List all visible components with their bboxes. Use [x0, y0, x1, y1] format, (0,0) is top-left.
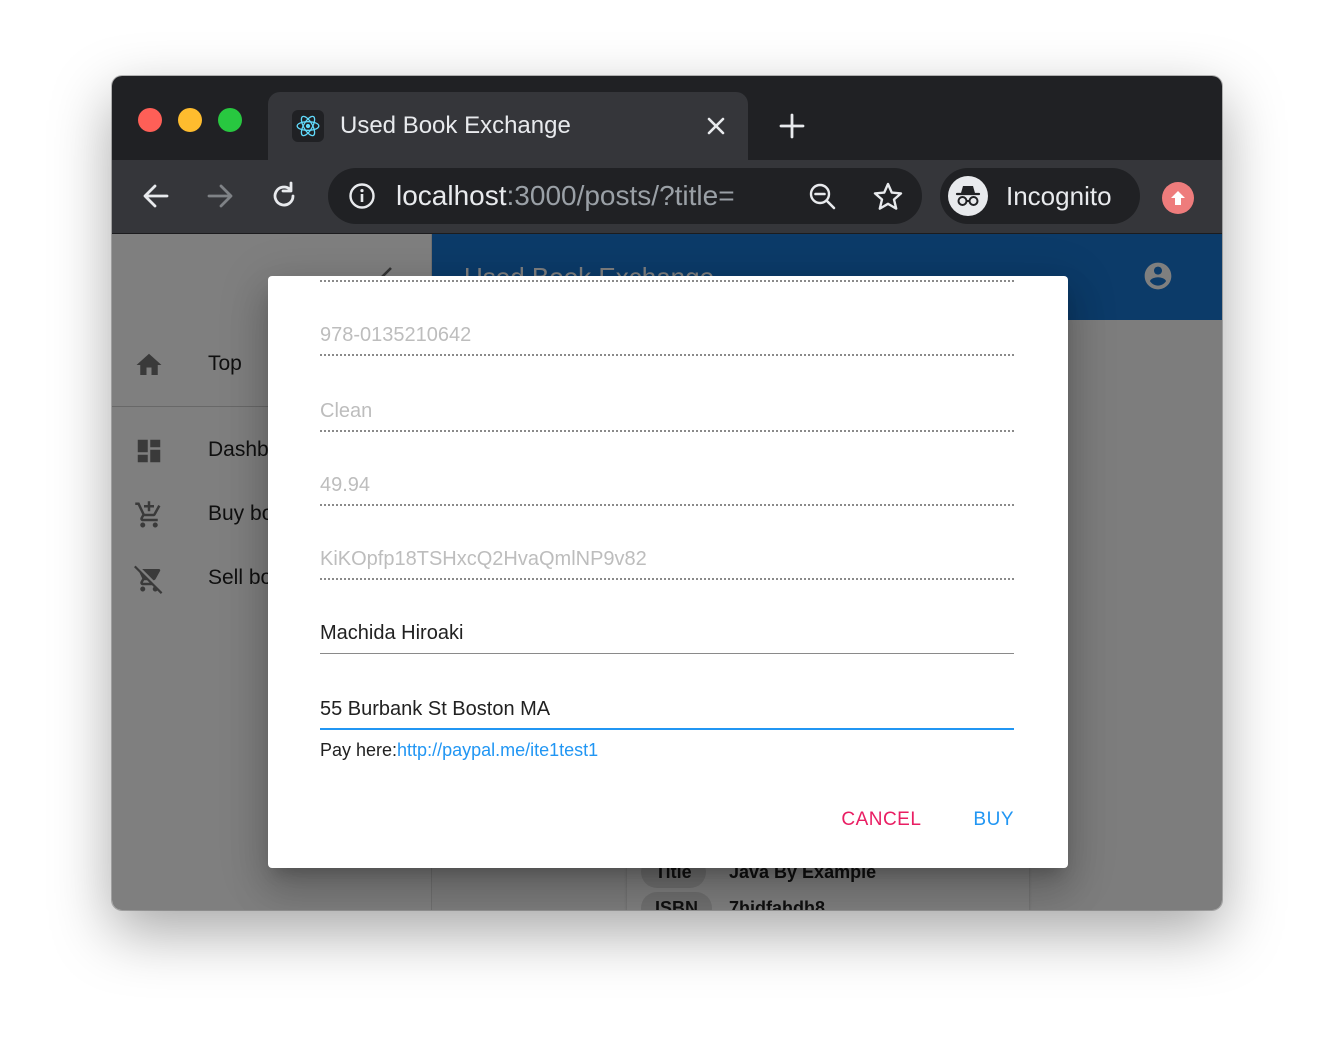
close-tab-icon[interactable] [702, 112, 730, 140]
url-path: :3000/posts/?title= [506, 180, 735, 211]
tab-title: Used Book Exchange [340, 112, 571, 139]
field-underline [320, 578, 1014, 580]
buyer-name-field[interactable]: Machida Hiroaki [320, 614, 1014, 654]
field-value: 49.94 [320, 474, 371, 496]
seller-id-field: KiKOpfp18TSHxcQ2HvaQmlNP9v82 [320, 540, 1014, 580]
reload-icon[interactable] [266, 178, 302, 214]
address-field[interactable]: 55 Burbank St Boston MA [320, 690, 1014, 730]
page-content: Top Dashb Buy bo Sell bo [112, 234, 1222, 910]
field-underline [320, 354, 1014, 356]
field-underline [320, 430, 1014, 432]
url-text: localhost:3000/posts/?title= [396, 180, 735, 212]
forward-arrow-icon[interactable] [202, 178, 238, 214]
cancel-button[interactable]: CANCEL [827, 798, 935, 842]
field-underline [320, 504, 1014, 506]
address-bar[interactable]: localhost:3000/posts/?title= [328, 168, 922, 224]
tab-strip: Used Book Exchange [112, 76, 1222, 160]
close-window-button[interactable] [138, 108, 162, 132]
react-icon [292, 110, 324, 142]
new-tab-icon[interactable] [776, 110, 808, 142]
incognito-icon [948, 176, 988, 216]
field-value: 978-0135210642 [320, 324, 472, 346]
pay-here-label: Pay here: [320, 740, 398, 760]
field-value: 55 Burbank St Boston MA [320, 698, 551, 720]
field-value: Clean [320, 400, 373, 422]
buy-button[interactable]: BUY [959, 798, 1028, 842]
condition-field: Clean [320, 392, 1014, 432]
field-value: Machida Hiroaki [320, 622, 464, 644]
isbn-field: 978-0135210642 [320, 316, 1014, 356]
bookmark-star-icon[interactable] [872, 181, 904, 213]
browser-tab[interactable]: Used Book Exchange [268, 92, 748, 160]
paypal-link[interactable]: http://paypal.me/ite1test1 [397, 740, 598, 760]
back-arrow-icon[interactable] [138, 178, 174, 214]
update-arrow-icon[interactable] [1162, 182, 1194, 214]
browser-toolbar: localhost:3000/posts/?title= Incognito [112, 160, 1222, 234]
zoom-out-icon[interactable] [808, 182, 838, 212]
incognito-profile-button[interactable]: Incognito [940, 168, 1140, 224]
field-underline [320, 653, 1014, 654]
url-host: localhost [396, 180, 507, 211]
field-underline [320, 728, 1014, 730]
buy-dialog: 978-0135210642 Clean 49.94 KiKOpfp18TSHx… [268, 276, 1068, 868]
dialog-actions: CANCEL BUY [827, 798, 1028, 842]
site-info-icon[interactable] [348, 182, 376, 210]
price-field: 49.94 [320, 466, 1014, 506]
minimize-window-button[interactable] [178, 108, 202, 132]
pay-here-text: Pay here:http://paypal.me/ite1test1 [320, 740, 598, 761]
browser-window: Used Book Exchange localhost:3000/posts/… [112, 76, 1222, 910]
field-underline [320, 280, 1014, 282]
incognito-label: Incognito [1006, 181, 1112, 211]
maximize-window-button[interactable] [218, 108, 242, 132]
field-value: KiKOpfp18TSHxcQ2HvaQmlNP9v82 [320, 548, 647, 570]
